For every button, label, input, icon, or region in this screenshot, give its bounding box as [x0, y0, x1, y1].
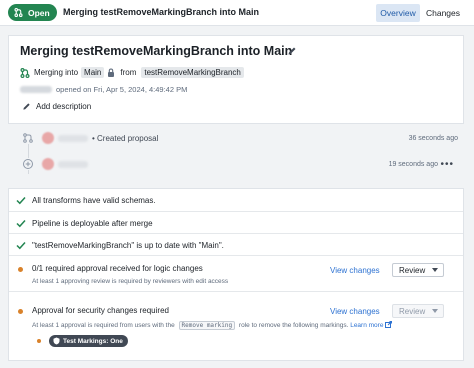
approval-title: 0/1 required approval received for logic…: [32, 264, 203, 273]
merging-into-label: Merging into: [34, 68, 79, 77]
role-chip: Remove marking: [178, 321, 236, 330]
merge-info: Merging into Main from testRemoveMarking…: [20, 67, 247, 78]
security-check-row: Approval for security changes required A…: [9, 292, 463, 360]
pencil-icon: [23, 103, 30, 110]
merge-icon: [20, 67, 30, 78]
event-time: 36 seconds ago: [408, 134, 458, 142]
check-icon: [16, 241, 26, 250]
target-branch[interactable]: Main: [81, 67, 105, 78]
caret-down-icon: [432, 268, 438, 272]
activity-timeline: • Created proposal 36 seconds ago 19 sec…: [8, 126, 464, 180]
add-description-label: Add description: [36, 102, 92, 111]
from-label: from: [120, 68, 137, 77]
avatar: [42, 132, 54, 144]
review-dropdown[interactable]: Review: [392, 263, 444, 277]
timeline-event: • Created proposal 36 seconds ago: [8, 129, 464, 147]
user-name: [58, 160, 88, 168]
branch-icon: [22, 132, 34, 144]
external-link-icon[interactable]: [385, 321, 393, 328]
check-text: "testRemoveMarkingBranch" is up to date …: [32, 241, 224, 250]
check-row: All transforms have valid schemas.: [9, 189, 463, 212]
check-row: Pipeline is deployable after merge: [9, 212, 463, 234]
learn-more-link[interactable]: Learn more: [350, 322, 383, 329]
security-subtitle: At least 1 approval is required from use…: [32, 321, 393, 330]
edit-title-icon[interactable]: [287, 46, 297, 56]
tab-changes[interactable]: Changes: [424, 4, 462, 22]
review-dropdown-disabled: Review: [392, 304, 444, 318]
status-text: Open: [28, 7, 50, 18]
review-label: Review: [399, 265, 426, 275]
page-title: Merging testRemoveMarkingBranch into Mai…: [63, 7, 260, 17]
merge-checks: All transforms have valid schemas. Pipel…: [8, 188, 464, 361]
event-text: • Created proposal: [92, 133, 159, 143]
proposal-title: Merging testRemoveMarkingBranch into Mai…: [20, 44, 293, 58]
tab-overview[interactable]: Overview: [376, 4, 420, 22]
lock-icon: [108, 68, 115, 77]
timeline-event: 19 seconds ago •••: [8, 155, 464, 173]
merge-icon: [14, 8, 23, 17]
avatar: [42, 158, 54, 170]
opened-on-text: opened on Fri, Apr 5, 2024, 4:49:42 PM: [56, 85, 188, 94]
status-badge: Open: [8, 4, 57, 21]
check-icon: [16, 219, 26, 228]
event-time: 19 seconds ago: [388, 160, 438, 168]
security-title: Approval for security changes required: [32, 306, 169, 315]
pending-dot-icon: [18, 309, 23, 314]
check-icon: [16, 196, 26, 205]
check-row: "testRemoveMarkingBranch" is up to date …: [9, 234, 463, 256]
view-changes-link[interactable]: View changes: [330, 266, 380, 275]
pending-dot-icon: [18, 267, 23, 272]
add-description-button[interactable]: Add description: [22, 102, 91, 111]
check-text: All transforms have valid schemas.: [32, 196, 156, 205]
author-info: opened on Fri, Apr 5, 2024, 4:49:42 PM: [20, 85, 187, 94]
marking-badge: Test Markings: One: [49, 335, 128, 347]
proposal-header: Merging testRemoveMarkingBranch into Mai…: [8, 35, 464, 124]
source-branch[interactable]: testRemoveMarkingBranch: [141, 67, 244, 78]
check-text: Pipeline is deployable after merge: [32, 219, 153, 228]
marking-bullet: [37, 339, 41, 343]
author-name: [20, 86, 52, 93]
top-bar: Open Merging testRemoveMarkingBranch int…: [0, 0, 474, 26]
review-label: Review: [399, 306, 426, 316]
view-changes-link[interactable]: View changes: [330, 307, 380, 316]
add-circle-icon: [22, 158, 34, 170]
approval-subtitle: At least 1 approving review is required …: [32, 278, 229, 285]
shield-icon: [53, 337, 60, 345]
caret-down-icon: [432, 309, 438, 313]
user-name: [58, 134, 88, 142]
marking-label: Test Markings: One: [63, 337, 123, 345]
more-options-icon[interactable]: •••: [440, 159, 454, 170]
approval-check-row: 0/1 required approval received for logic…: [9, 256, 463, 292]
